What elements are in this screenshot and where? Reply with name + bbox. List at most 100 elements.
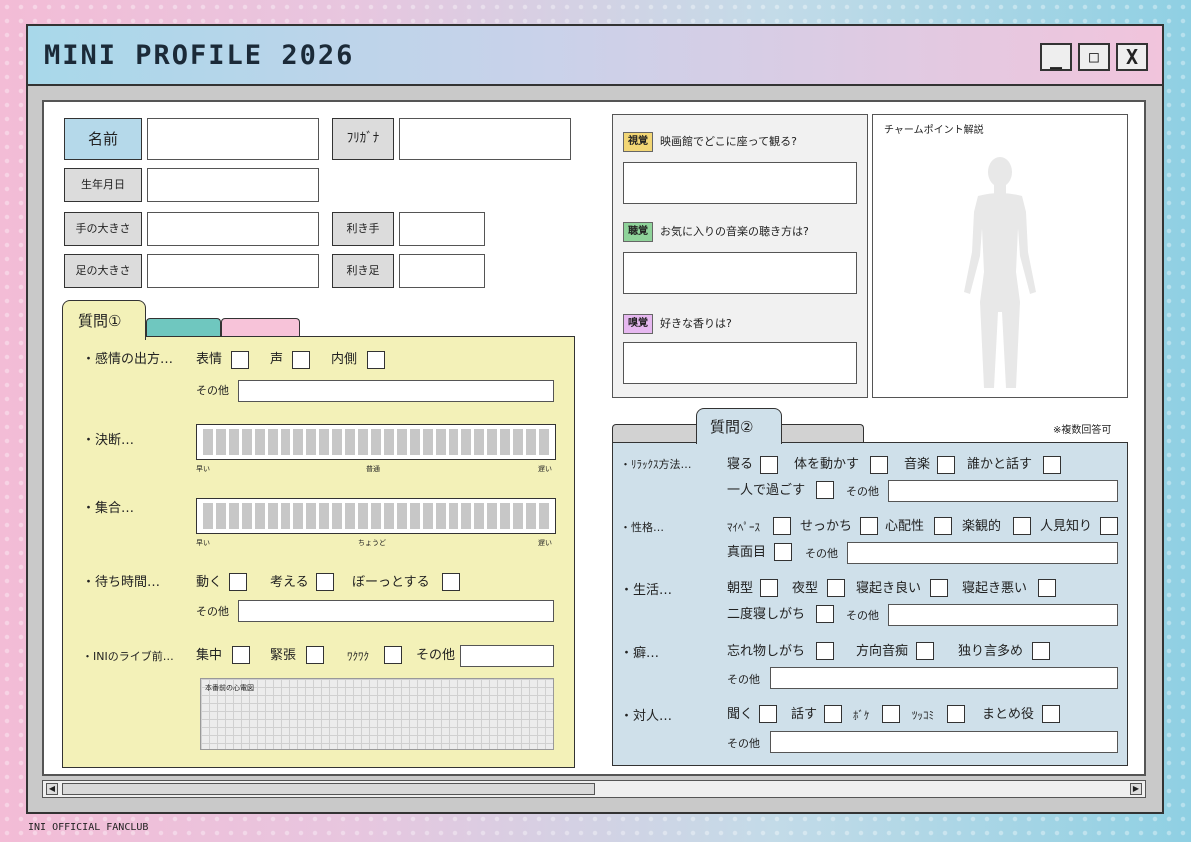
sense-badge-smell: 嗅覚	[623, 314, 653, 334]
decision-gauge[interactable]	[196, 424, 556, 460]
relax-other-field[interactable]	[888, 480, 1118, 502]
name-label: 名前	[64, 118, 142, 160]
life-night-checkbox[interactable]	[827, 579, 845, 597]
wait-other-label: その他	[196, 605, 229, 618]
scrollbar-thumb[interactable]	[62, 783, 595, 795]
emotion-voice-checkbox[interactable]	[292, 351, 310, 369]
social-boke-checkbox[interactable]	[882, 705, 900, 723]
relax-sleep-checkbox[interactable]	[760, 456, 778, 474]
tab-pink[interactable]	[221, 318, 300, 336]
live-nervous-checkbox[interactable]	[306, 646, 324, 664]
wait-opt-daze: ぼーっとする	[352, 575, 430, 590]
relax-music-checkbox[interactable]	[937, 456, 955, 474]
habit-talk-self-checkbox[interactable]	[1032, 642, 1050, 660]
personality-shy-checkbox[interactable]	[1100, 517, 1118, 535]
relax-opt-talk: 誰かと話す	[967, 457, 1033, 472]
wait-opt-move: 動く	[196, 575, 223, 590]
social-tsukkomi-checkbox[interactable]	[947, 705, 965, 723]
name-field[interactable]	[147, 118, 319, 160]
close-button[interactable]: X	[1116, 43, 1148, 71]
body-silhouette-icon	[964, 157, 1036, 388]
sense-answer-hearing[interactable]	[623, 252, 857, 294]
emotion-other-field[interactable]	[238, 380, 554, 402]
habit-opt-forgetful: 忘れ物しがち	[727, 644, 806, 659]
personality-serious-checkbox[interactable]	[774, 543, 792, 561]
furigana-label: ﾌﾘｶﾞﾅ	[332, 118, 394, 160]
personality-other-label: その他	[805, 547, 838, 560]
relax-talk-checkbox[interactable]	[1043, 456, 1061, 474]
habit-opt-talk-self: 独り言多め	[958, 644, 1024, 659]
tab-green[interactable]	[146, 318, 221, 336]
maximize-button[interactable]: □	[1078, 43, 1110, 71]
wait-daze-checkbox[interactable]	[442, 573, 460, 591]
personality-optimist-checkbox[interactable]	[1013, 517, 1031, 535]
personality-mypace-checkbox[interactable]	[773, 517, 791, 535]
birthday-field[interactable]	[147, 168, 319, 202]
emotion-inside-checkbox[interactable]	[367, 351, 385, 369]
live-label: ・INIのライブ前…	[82, 650, 174, 663]
social-leader-checkbox[interactable]	[1042, 705, 1060, 723]
life-second-sleep-checkbox[interactable]	[816, 605, 834, 623]
personality-opt-optimist: 楽観的	[962, 519, 1002, 534]
gather-mid-label: ちょうど	[358, 539, 386, 547]
life-wake-bad-checkbox[interactable]	[1038, 579, 1056, 597]
personality-worrier-checkbox[interactable]	[934, 517, 952, 535]
life-opt-night: 夜型	[792, 581, 819, 596]
personality-opt-impatient: せっかち	[800, 519, 853, 534]
social-opt-leader: まとめ役	[982, 707, 1035, 722]
emotion-opt-inside: 内側	[331, 352, 358, 367]
relax-alone-checkbox[interactable]	[816, 481, 834, 499]
tab-question-1-label: 質問①	[78, 312, 122, 330]
wait-move-checkbox[interactable]	[229, 573, 247, 591]
decision-label: ・決断…	[82, 433, 135, 448]
personality-opt-worrier: 心配性	[885, 519, 925, 534]
foot-size-field[interactable]	[147, 254, 319, 288]
dominant-foot-field[interactable]	[399, 254, 485, 288]
dominant-hand-field[interactable]	[399, 212, 485, 246]
sense-answer-smell[interactable]	[623, 342, 857, 384]
personality-impatient-checkbox[interactable]	[860, 517, 878, 535]
live-focus-checkbox[interactable]	[232, 646, 250, 664]
minimize-button[interactable]: _	[1040, 43, 1072, 71]
personality-label: ・性格…	[620, 521, 664, 534]
relax-opt-move: 体を動かす	[794, 457, 860, 472]
personality-opt-mypace: ﾏｲﾍﾟｰｽ	[727, 521, 760, 534]
emotion-opt-face: 表情	[196, 352, 223, 367]
relax-other-label: その他	[846, 485, 879, 498]
wait-other-field[interactable]	[238, 600, 554, 622]
hand-size-field[interactable]	[147, 212, 319, 246]
window-title: MINI PROFILE 2026	[44, 40, 355, 71]
social-listen-checkbox[interactable]	[759, 705, 777, 723]
multiple-answer-note: ※複数回答可	[1053, 425, 1112, 436]
scroll-left-arrow-icon[interactable]: ◀	[46, 783, 58, 795]
social-label: ・対人…	[620, 709, 673, 724]
life-opt-morning: 朝型	[727, 581, 754, 596]
live-excited-checkbox[interactable]	[384, 646, 402, 664]
life-morning-checkbox[interactable]	[760, 579, 778, 597]
gather-gauge[interactable]	[196, 498, 556, 534]
live-other-field[interactable]	[460, 645, 554, 667]
sense-answer-sight[interactable]	[623, 162, 857, 204]
relax-opt-music: 音楽	[904, 457, 931, 472]
personality-opt-serious: 真面目	[727, 545, 767, 560]
relax-move-checkbox[interactable]	[870, 456, 888, 474]
social-talk-checkbox[interactable]	[824, 705, 842, 723]
social-other-field[interactable]	[770, 731, 1118, 753]
furigana-field[interactable]	[399, 118, 571, 160]
life-opt-wake-bad: 寝起き悪い	[962, 581, 1028, 596]
foot-size-label: 足の大きさ	[64, 254, 142, 288]
scroll-right-arrow-icon[interactable]: ▶	[1130, 783, 1142, 795]
emotion-face-checkbox[interactable]	[231, 351, 249, 369]
habit-no-direction-checkbox[interactable]	[916, 642, 934, 660]
personality-other-field[interactable]	[847, 542, 1118, 564]
habit-other-field[interactable]	[770, 667, 1118, 689]
life-other-field[interactable]	[888, 604, 1118, 626]
birthday-label: 生年月日	[64, 168, 142, 202]
habit-forgetful-checkbox[interactable]	[816, 642, 834, 660]
life-opt-second-sleep: 二度寝しがち	[727, 607, 806, 622]
life-wake-good-checkbox[interactable]	[930, 579, 948, 597]
emotion-other-label: その他	[196, 384, 229, 397]
wait-think-checkbox[interactable]	[316, 573, 334, 591]
decision-mid-label: 普通	[366, 465, 380, 473]
habit-opt-no-direction: 方向音痴	[856, 644, 909, 659]
